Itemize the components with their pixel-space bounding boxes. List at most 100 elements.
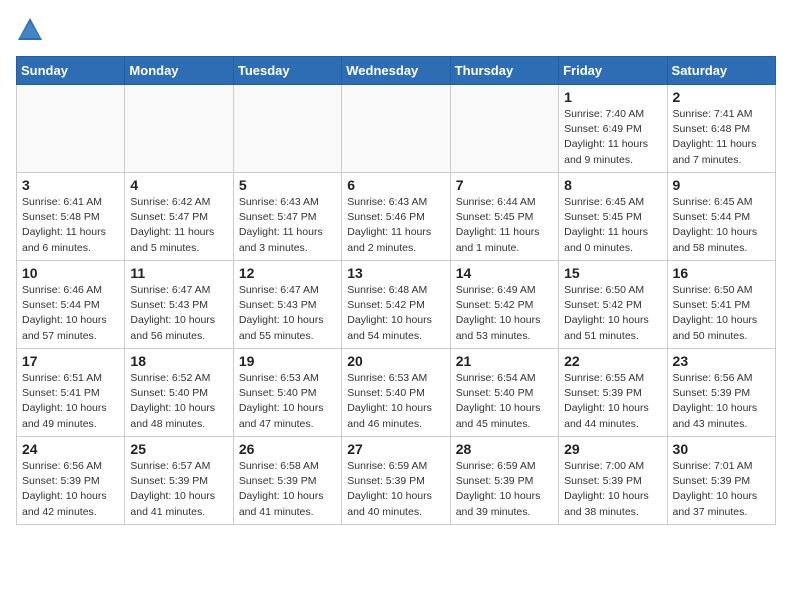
day-info: Sunrise: 6:56 AM Sunset: 5:39 PM Dayligh… — [22, 459, 119, 520]
day-info: Sunrise: 6:59 AM Sunset: 5:39 PM Dayligh… — [456, 459, 553, 520]
day-number: 25 — [130, 441, 227, 457]
calendar-cell: 20 Sunrise: 6:53 AM Sunset: 5:40 PM Dayli… — [342, 349, 450, 437]
calendar-cell: 5Sunrise: 6:43 AM Sunset: 5:47 PM Daylig… — [233, 173, 341, 261]
day-number: 6 — [347, 177, 444, 193]
calendar-cell: 28 Sunrise: 6:59 AM Sunset: 5:39 PM Dayli… — [450, 437, 558, 525]
day-info: Sunrise: 6:53 AM Sunset: 5:40 PM Dayligh… — [239, 371, 336, 432]
calendar-cell: 1 Sunrise: 7:40 AM Sunset: 6:49 PM Daylig… — [559, 85, 667, 173]
day-info: Sunrise: 6:43 AM Sunset: 5:46 PM Dayligh… — [347, 195, 444, 256]
day-info: Sunrise: 7:00 AM Sunset: 5:39 PM Dayligh… — [564, 459, 661, 520]
page-header — [16, 16, 776, 44]
day-number: 26 — [239, 441, 336, 457]
calendar-week-2: 3Sunrise: 6:41 AM Sunset: 5:48 PM Daylig… — [17, 173, 776, 261]
day-info: Sunrise: 6:46 AM Sunset: 5:44 PM Dayligh… — [22, 283, 119, 344]
calendar-cell: 16 Sunrise: 6:50 AM Sunset: 5:41 PM Dayli… — [667, 261, 775, 349]
calendar-cell: 12 Sunrise: 6:47 AM Sunset: 5:43 PM Dayli… — [233, 261, 341, 349]
day-header-wednesday: Wednesday — [342, 57, 450, 85]
day-number: 18 — [130, 353, 227, 369]
calendar-cell — [125, 85, 233, 173]
calendar-cell — [17, 85, 125, 173]
calendar-table: SundayMondayTuesdayWednesdayThursdayFrid… — [16, 56, 776, 525]
day-header-thursday: Thursday — [450, 57, 558, 85]
day-number: 22 — [564, 353, 661, 369]
day-number: 14 — [456, 265, 553, 281]
calendar-cell: 3Sunrise: 6:41 AM Sunset: 5:48 PM Daylig… — [17, 173, 125, 261]
calendar-cell: 17 Sunrise: 6:51 AM Sunset: 5:41 PM Dayli… — [17, 349, 125, 437]
calendar-cell: 26 Sunrise: 6:58 AM Sunset: 5:39 PM Dayli… — [233, 437, 341, 525]
day-number: 13 — [347, 265, 444, 281]
day-info: Sunrise: 6:53 AM Sunset: 5:40 PM Dayligh… — [347, 371, 444, 432]
day-info: Sunrise: 6:55 AM Sunset: 5:39 PM Dayligh… — [564, 371, 661, 432]
logo-icon — [16, 16, 44, 44]
day-number: 29 — [564, 441, 661, 457]
day-info: Sunrise: 6:52 AM Sunset: 5:40 PM Dayligh… — [130, 371, 227, 432]
day-number: 23 — [673, 353, 770, 369]
day-number: 30 — [673, 441, 770, 457]
calendar-cell: 29 Sunrise: 7:00 AM Sunset: 5:39 PM Dayli… — [559, 437, 667, 525]
day-number: 4 — [130, 177, 227, 193]
calendar-cell — [450, 85, 558, 173]
day-number: 1 — [564, 89, 661, 105]
calendar-cell — [342, 85, 450, 173]
day-info: Sunrise: 6:45 AM Sunset: 5:45 PM Dayligh… — [564, 195, 661, 256]
calendar-cell: 18 Sunrise: 6:52 AM Sunset: 5:40 PM Dayli… — [125, 349, 233, 437]
day-info: Sunrise: 6:54 AM Sunset: 5:40 PM Dayligh… — [456, 371, 553, 432]
day-number: 3 — [22, 177, 119, 193]
calendar-cell: 9 Sunrise: 6:45 AM Sunset: 5:44 PM Daylig… — [667, 173, 775, 261]
day-info: Sunrise: 6:56 AM Sunset: 5:39 PM Dayligh… — [673, 371, 770, 432]
calendar-cell: 30 Sunrise: 7:01 AM Sunset: 5:39 PM Dayli… — [667, 437, 775, 525]
calendar-week-1: 1 Sunrise: 7:40 AM Sunset: 6:49 PM Daylig… — [17, 85, 776, 173]
day-info: Sunrise: 7:41 AM Sunset: 6:48 PM Dayligh… — [673, 107, 770, 168]
day-header-monday: Monday — [125, 57, 233, 85]
day-info: Sunrise: 6:44 AM Sunset: 5:45 PM Dayligh… — [456, 195, 553, 256]
day-number: 12 — [239, 265, 336, 281]
day-info: Sunrise: 6:50 AM Sunset: 5:41 PM Dayligh… — [673, 283, 770, 344]
calendar-cell: 13Sunrise: 6:48 AM Sunset: 5:42 PM Dayli… — [342, 261, 450, 349]
day-info: Sunrise: 6:57 AM Sunset: 5:39 PM Dayligh… — [130, 459, 227, 520]
day-number: 16 — [673, 265, 770, 281]
day-number: 21 — [456, 353, 553, 369]
logo — [16, 16, 48, 44]
day-number: 11 — [130, 265, 227, 281]
calendar-cell: 22 Sunrise: 6:55 AM Sunset: 5:39 PM Dayli… — [559, 349, 667, 437]
day-number: 20 — [347, 353, 444, 369]
day-number: 28 — [456, 441, 553, 457]
day-number: 5 — [239, 177, 336, 193]
day-info: Sunrise: 6:47 AM Sunset: 5:43 PM Dayligh… — [239, 283, 336, 344]
day-header-saturday: Saturday — [667, 57, 775, 85]
day-info: Sunrise: 6:50 AM Sunset: 5:42 PM Dayligh… — [564, 283, 661, 344]
calendar-cell — [233, 85, 341, 173]
day-info: Sunrise: 6:49 AM Sunset: 5:42 PM Dayligh… — [456, 283, 553, 344]
calendar-cell: 24 Sunrise: 6:56 AM Sunset: 5:39 PM Dayli… — [17, 437, 125, 525]
day-info: Sunrise: 6:59 AM Sunset: 5:39 PM Dayligh… — [347, 459, 444, 520]
calendar-cell: 21 Sunrise: 6:54 AM Sunset: 5:40 PM Dayli… — [450, 349, 558, 437]
day-info: Sunrise: 7:40 AM Sunset: 6:49 PM Dayligh… — [564, 107, 661, 168]
calendar-week-3: 10 Sunrise: 6:46 AM Sunset: 5:44 PM Dayli… — [17, 261, 776, 349]
calendar-week-4: 17 Sunrise: 6:51 AM Sunset: 5:41 PM Dayli… — [17, 349, 776, 437]
calendar-week-5: 24 Sunrise: 6:56 AM Sunset: 5:39 PM Dayli… — [17, 437, 776, 525]
calendar-cell: 10 Sunrise: 6:46 AM Sunset: 5:44 PM Dayli… — [17, 261, 125, 349]
calendar-cell: 8 Sunrise: 6:45 AM Sunset: 5:45 PM Daylig… — [559, 173, 667, 261]
day-info: Sunrise: 6:51 AM Sunset: 5:41 PM Dayligh… — [22, 371, 119, 432]
day-number: 17 — [22, 353, 119, 369]
day-number: 19 — [239, 353, 336, 369]
calendar-cell: 19 Sunrise: 6:53 AM Sunset: 5:40 PM Dayli… — [233, 349, 341, 437]
day-number: 24 — [22, 441, 119, 457]
day-info: Sunrise: 6:58 AM Sunset: 5:39 PM Dayligh… — [239, 459, 336, 520]
day-number: 8 — [564, 177, 661, 193]
day-number: 9 — [673, 177, 770, 193]
calendar-cell: 25 Sunrise: 6:57 AM Sunset: 5:39 PM Dayli… — [125, 437, 233, 525]
day-info: Sunrise: 6:47 AM Sunset: 5:43 PM Dayligh… — [130, 283, 227, 344]
calendar-cell: 11 Sunrise: 6:47 AM Sunset: 5:43 PM Dayli… — [125, 261, 233, 349]
calendar-cell: 6 Sunrise: 6:43 AM Sunset: 5:46 PM Daylig… — [342, 173, 450, 261]
calendar-cell: 4Sunrise: 6:42 AM Sunset: 5:47 PM Daylig… — [125, 173, 233, 261]
day-number: 10 — [22, 265, 119, 281]
calendar-cell: 15 Sunrise: 6:50 AM Sunset: 5:42 PM Dayli… — [559, 261, 667, 349]
day-number: 15 — [564, 265, 661, 281]
day-info: Sunrise: 6:45 AM Sunset: 5:44 PM Dayligh… — [673, 195, 770, 256]
day-header-tuesday: Tuesday — [233, 57, 341, 85]
calendar-cell: 14 Sunrise: 6:49 AM Sunset: 5:42 PM Dayli… — [450, 261, 558, 349]
calendar-cell: 7Sunrise: 6:44 AM Sunset: 5:45 PM Daylig… — [450, 173, 558, 261]
day-info: Sunrise: 7:01 AM Sunset: 5:39 PM Dayligh… — [673, 459, 770, 520]
calendar-cell: 23 Sunrise: 6:56 AM Sunset: 5:39 PM Dayli… — [667, 349, 775, 437]
